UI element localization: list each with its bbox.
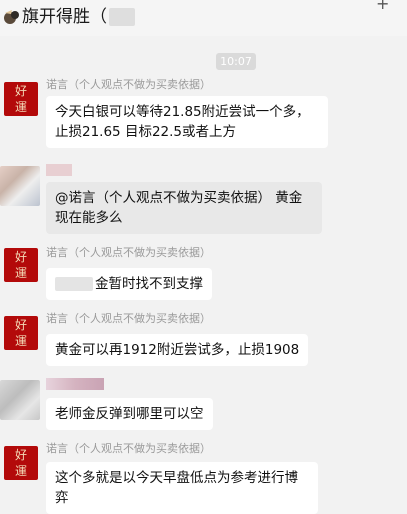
title-redacted	[109, 8, 135, 26]
sender-name: 诺言（个人观点不做为买卖依据）	[46, 78, 211, 91]
avatar[interactable]	[0, 166, 40, 206]
message-text: 金暂时找不到支撑	[95, 276, 203, 292]
message-text: 今天白银可以等待21.85附近尝试一个多，止损21.65 目标22.5或者上方	[55, 104, 310, 140]
message-text: 这个多就是以今天早盘低点为参考进行博弈	[55, 470, 298, 506]
avatar[interactable]: 好 運	[4, 248, 38, 282]
avatar[interactable]: 好 運	[4, 316, 38, 350]
message-text: 老师金反弹到哪里可以空	[55, 406, 204, 422]
team-mascot-icon	[4, 10, 19, 24]
message-bubble[interactable]: 今天白银可以等待21.85附近尝试一个多，止损21.65 目标22.5或者上方	[46, 96, 328, 148]
message-text: 黄金可以再1912附近尝试多，止损1908	[55, 342, 300, 358]
sender-name-redacted	[46, 378, 104, 390]
message-bubble[interactable]: 黄金可以再1912附近尝试多，止损1908	[46, 334, 309, 366]
sender-name: 诺言（个人观点不做为买卖依据）	[46, 246, 211, 259]
redacted-text	[55, 277, 93, 291]
message-bubble[interactable]: 这个多就是以今天早盘低点为参考进行博弈	[46, 462, 318, 514]
chat-title: 旗开得胜（	[22, 7, 107, 27]
title-bar: 旗开得胜（ +	[0, 0, 407, 36]
message-bubble[interactable]: 金暂时找不到支撑	[46, 268, 212, 300]
message-bubble[interactable]: @诺言（个人观点不做为买卖依据） 黄金现在能多么	[46, 182, 322, 234]
message-text: @诺言（个人观点不做为买卖依据） 黄金现在能多么	[55, 190, 303, 226]
message-bubble[interactable]: 老师金反弹到哪里可以空	[46, 398, 213, 430]
sender-name-redacted	[46, 164, 72, 176]
avatar[interactable]: 好 運	[4, 446, 38, 480]
avatar[interactable]: 好 運	[4, 82, 38, 116]
sender-name: 诺言（个人观点不做为买卖依据）	[46, 312, 211, 325]
avatar[interactable]	[0, 380, 40, 420]
add-button[interactable]: +	[376, 0, 389, 13]
message-timestamp: 10:07	[216, 53, 256, 70]
sender-name: 诺言（个人观点不做为买卖依据）	[46, 442, 211, 455]
